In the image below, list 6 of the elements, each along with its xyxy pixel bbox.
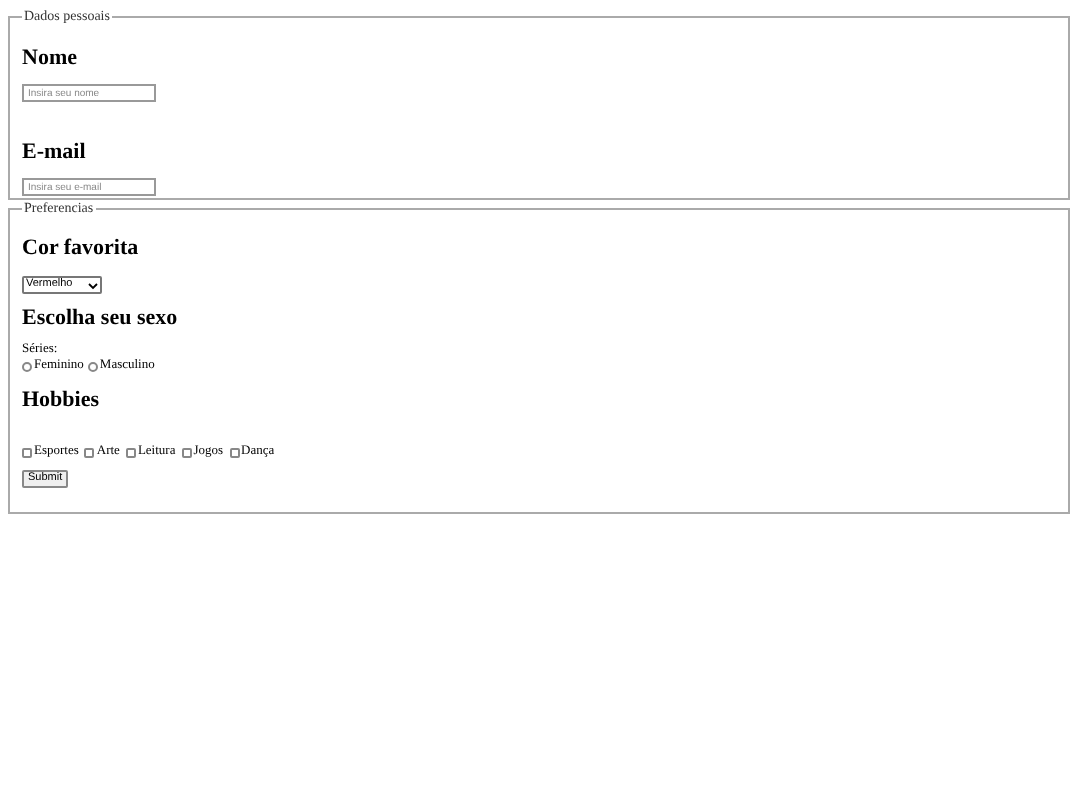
chevron-down-icon	[88, 281, 98, 289]
section-heading: E-mail	[22, 140, 88, 166]
section-heading: Cor favorita	[22, 236, 141, 262]
section-heading: Escolha seu sexo	[22, 306, 180, 332]
section-heading: Hobbies	[22, 388, 102, 414]
section-heading: Nome	[22, 46, 79, 72]
